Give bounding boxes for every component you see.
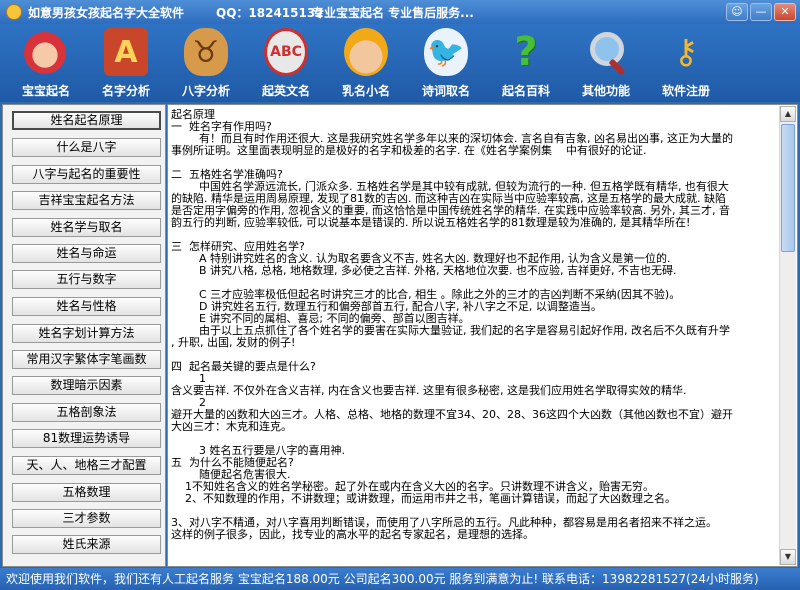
nav-three-talent-params[interactable]: 三才参数 [12,509,161,528]
toolbar-english-name[interactable]: ABC 起英文名 [246,24,326,102]
app-icon [6,4,22,20]
scroll-thumb[interactable] [781,124,795,252]
toolbar-name-analysis[interactable]: A 名字分析 [86,24,166,102]
letter-a-icon: A [104,28,148,76]
close-button[interactable]: ✕ [774,3,796,21]
article-line: 2、不知数理的作用，不讲数理；或讲数理，而运用市井之书，笔画计算错误，而起了大凶… [171,492,676,505]
toolbar-label: 其他功能 [581,84,630,98]
nav-traditional-strokes[interactable]: 常用汉字繁体字笔画数 [12,350,161,369]
abc-icon: ABC [264,28,308,76]
nav-naming-principle[interactable]: 姓名起名原理 [12,111,161,130]
magnifier-icon [584,28,628,76]
ox-icon: ♉ [184,28,228,76]
toolbar-label: 诗词取名 [421,84,470,98]
toolbar-label: 起名百科 [501,84,550,98]
toolbar-label: 名字分析 [101,84,150,98]
bird-icon: 🐦 [424,28,468,76]
topic-nav: 姓名起名原理 什么是八字 八字与起名的重要性 吉祥宝宝起名方法 姓名学与取名 姓… [2,104,166,567]
toolbar-label: 软件注册 [661,84,710,98]
article-line: , 升职, 出国, 发财的例子! [171,336,296,349]
nav-five-elements[interactable]: 五行与数字 [12,270,161,289]
qq-number: QQ：182415132 [216,6,324,20]
title-slogan: 专业宝宝起名 专业售后服务... [312,6,474,20]
article-text[interactable]: 起名原理一 姓名字有作用吗? 有！而且有时作用还很大. 这是我研究姓名学多年以来… [171,109,777,563]
toolbar-naming-encyclopedia[interactable]: ? 起名百科 [486,24,566,102]
baby-icon [24,32,66,74]
nav-three-talents[interactable]: 天、人、地格三才配置 [12,456,161,475]
toolbar-label: 起英文名 [261,84,310,98]
article-line: B 讲究八格, 总格, 地格数理, 多必使之吉祥. 外格, 天格地位次要. 也不… [171,264,677,277]
toolbar-baby-naming[interactable]: 宝宝起名 [6,24,86,102]
toolbar-label: 八字分析 [181,84,230,98]
question-icon: ? [514,29,538,75]
article-line: 大凶三才：木克和连克。 [171,420,292,433]
nav-bazi-importance[interactable]: 八字与起名的重要性 [12,165,161,184]
toolbar-poetry-naming[interactable]: 🐦 诗词取名 [406,24,486,102]
nav-surname-origin[interactable]: 姓氏来源 [12,535,161,554]
title-bar: 如意男孩女孩起名字大全软件 QQ：182415132 专业宝宝起名 专业售后服务… [0,0,800,24]
article-panel: 起名原理一 姓名字有作用吗? 有！而且有时作用还很大. 这是我研究姓名学多年以来… [167,104,798,567]
skin-icon[interactable]: ☺ [726,3,748,21]
toolbar-other-functions[interactable]: 其他功能 [566,24,646,102]
toolbar-nickname[interactable]: 乳名小名 [326,24,406,102]
nav-numerology-hints[interactable]: 数理暗示因素 [12,376,161,395]
scroll-down-button[interactable]: ▼ [780,549,796,565]
nav-five-grid[interactable]: 五格剖象法 [12,403,161,422]
nav-81-numerology[interactable]: 81数理运势诱导 [12,429,161,448]
scroll-up-button[interactable]: ▲ [780,106,796,122]
nav-lucky-naming[interactable]: 吉祥宝宝起名方法 [12,191,161,210]
window-controls: ☺ — ✕ [726,3,796,21]
main-toolbar: 宝宝起名 A 名字分析 ♉ 八字分析 ABC 起英文名 乳名小名 🐦 诗词取名 … [0,24,800,102]
nav-name-study[interactable]: 姓名学与取名 [12,218,161,237]
status-bar: 欢迎使用我们软件，我们还有人工起名服务 宝宝起名188.00元 公司起名300.… [0,568,800,590]
toolbar-label: 乳名小名 [341,84,390,98]
keys-icon: ⚷ [673,32,699,72]
toolbar-register[interactable]: ⚷ 软件注册 [646,24,726,102]
nav-stroke-calc[interactable]: 姓名字划计算方法 [12,324,161,343]
nav-name-personality[interactable]: 姓名与性格 [12,297,161,316]
toolbar-bazi-analysis[interactable]: ♉ 八字分析 [166,24,246,102]
toolbar-label: 宝宝起名 [21,84,70,98]
miner-icon [344,28,388,76]
nav-five-grid-numbers[interactable]: 五格数理 [12,483,161,502]
article-line: 含义要吉祥. 不仅外在含义吉祥, 内在含义也要吉祥. 这里有很多秘密, 这是我们… [171,384,687,397]
vertical-scrollbar[interactable]: ▲ ▼ [779,106,796,565]
minimize-button[interactable]: — [750,3,772,21]
article-line: 四 起名最关键的要点是什么? [171,360,316,373]
article-line: 事例所证明。这里面表现明显的是极好的名字和极差的名字. 在《姓名学案例集 中有很… [171,144,647,157]
window-title: 如意男孩女孩起名字大全软件 [28,6,185,20]
article-line: 韵五行的判断, 应验率较低, 可以说基本是错误的. 所以说五格姓名学的81数理是… [171,216,691,229]
article-line: 这样的例子很多，因此，找专业的高水平的起名专家起名，是理想的选择。 [171,528,534,541]
nav-name-fate[interactable]: 姓名与命运 [12,244,161,263]
nav-what-is-bazi[interactable]: 什么是八字 [12,138,161,157]
